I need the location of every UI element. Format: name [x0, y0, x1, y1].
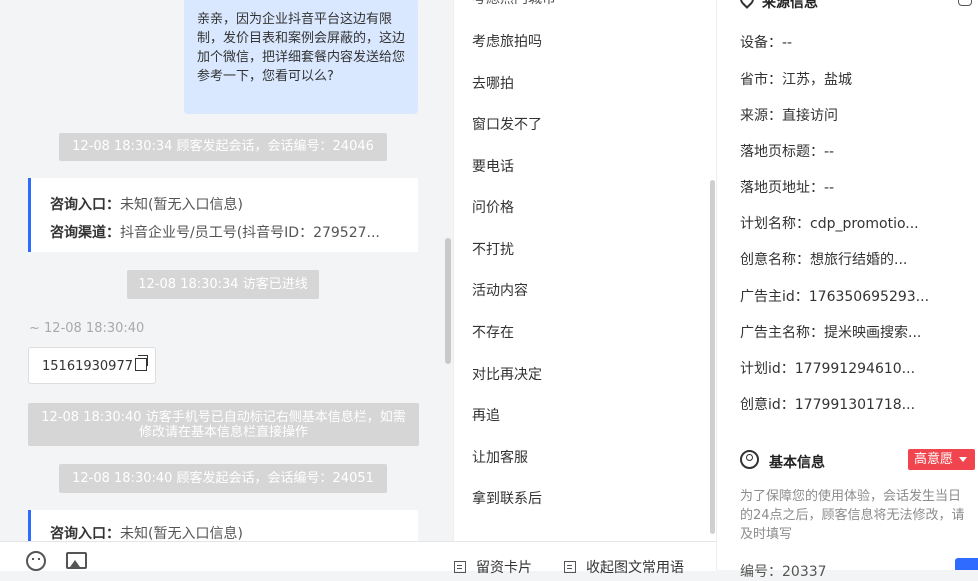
phrase-item[interactable]: 活动内容: [472, 280, 528, 300]
info-row-number: 编号：20337: [740, 564, 827, 580]
chat-scrollbar[interactable]: [445, 238, 451, 364]
entry-label: 咨询入口：: [50, 197, 120, 213]
info-row-advertiser-name: 广告主名称：提米映画搜索...: [740, 325, 922, 341]
source-info-title: 来源信息: [762, 0, 818, 11]
user-icon: [740, 450, 759, 469]
phrase-item[interactable]: 不存在: [472, 322, 514, 342]
consult-info-card: 咨询入口：未知(暂无入口信息) 咨询渠道：抖音企业号/员工号(抖音号ID：279…: [28, 178, 418, 252]
info-row-plan-name: 计划名称：cdp_promotio...: [740, 216, 919, 232]
phrase-item[interactable]: 再追: [472, 405, 500, 425]
phrase-item[interactable]: 去哪拍: [472, 73, 514, 93]
source-info-header: 来源信息: [737, 0, 818, 12]
phrases-scrollbar[interactable]: [710, 180, 715, 534]
channel-value: 抖音企业号/员工号(抖音号ID：279527...: [120, 225, 380, 241]
phrase-item[interactable]: 窗口发不了: [472, 114, 542, 134]
copy-icon[interactable]: [134, 355, 148, 371]
info-row-landing-url: 落地页地址：--: [740, 180, 835, 196]
phrase-item[interactable]: 考虑旅拍吗: [472, 31, 542, 51]
phrase-item[interactable]: 对比再决定: [472, 364, 542, 384]
image-icon[interactable]: [66, 552, 87, 569]
location-icon: [737, 0, 757, 9]
phrase-item[interactable]: 不打扰: [472, 239, 514, 259]
phrase-item[interactable]: 拿到联系后: [472, 488, 542, 508]
entry-value: 未知(暂无入口信息): [120, 526, 243, 542]
phrase-item[interactable]: 考虑热门城市: [472, 0, 556, 8]
system-message: 12-08 18:30:34 顾客发起会话，会话编号：24046: [59, 133, 387, 161]
system-message: 12-08 18:30:40 访客手机号已自动标记右侧基本信息栏，如需修改请在基…: [28, 403, 419, 446]
info-row-advertiser-id: 广告主id：176350695293...: [740, 289, 930, 305]
chat-panel: 亲亲，因为企业抖音平台这边有限制，发价目表和案例会屏蔽的，这边加个微信，把详细套…: [0, 0, 453, 570]
floating-action-button[interactable]: [955, 558, 978, 570]
quick-phrases-panel: 考虑热门城市 考虑旅拍吗 去哪拍 窗口发不了 要电话 问价格 不打扰 活动内容 …: [453, 0, 717, 541]
info-row-creative-id: 创意id：177991301718...: [740, 397, 916, 413]
entry-label: 咨询入口：: [50, 526, 120, 542]
system-message: 12-08 18:30:40 顾客发起会话，会话编号：24051: [59, 464, 387, 493]
phrase-item[interactable]: 要电话: [472, 156, 514, 176]
basic-info-title: 基本信息: [769, 455, 825, 471]
lead-card-button[interactable]: 留资卡片: [454, 557, 532, 577]
entry-value: 未知(暂无入口信息): [120, 197, 243, 213]
info-row-creative-name: 创意名称：想旅行结婚的...: [740, 252, 908, 268]
info-row-plan-id: 计划id：177991294610...: [740, 361, 916, 377]
info-row-source: 来源：直接访问: [740, 108, 838, 124]
outgoing-message: 亲亲，因为企业抖音平台这边有限制，发价目表和案例会屏蔽的，这边加个微信，把详细套…: [184, 0, 418, 114]
phone-number: 15161930977: [42, 359, 133, 374]
lead-card-label: 留资卡片: [476, 560, 532, 576]
smile-icon[interactable]: [26, 551, 46, 571]
system-message: 12-08 18:30:34 访客已进线: [127, 270, 319, 299]
intent-level-dropdown[interactable]: 高意愿: [908, 449, 975, 470]
visitor-message-time: ~ 12-08 18:30:40: [29, 321, 145, 336]
card-icon: [454, 561, 466, 573]
info-row-device: 设备：--: [740, 35, 793, 51]
collapse-phrases-button[interactable]: 收起图文常用语: [564, 557, 684, 577]
basic-info-note: 为了保障您的使用体验，会话发生当日的24点之后，顾客信息将无法修改，请及时填写: [740, 489, 965, 542]
phrases-icon: [564, 561, 576, 573]
info-row-landing-title: 落地页标题：--: [740, 144, 835, 160]
phrase-item[interactable]: 让加客服: [472, 447, 528, 467]
customer-info-panel: 来源信息 设备：-- 省市：江苏，盐城 来源：直接访问 落地页标题：-- 落地页…: [716, 0, 978, 580]
channel-label: 咨询渠道：: [50, 225, 120, 241]
input-toolbar: 留资卡片 收起图文常用语: [0, 541, 716, 576]
phrase-item[interactable]: 问价格: [472, 197, 514, 217]
info-row-province: 省市：江苏，盐城: [740, 72, 852, 88]
collapse-phrases-label: 收起图文常用语: [586, 560, 684, 576]
toggle-icon[interactable]: [958, 0, 972, 6]
phone-message[interactable]: 15161930977: [28, 347, 156, 384]
